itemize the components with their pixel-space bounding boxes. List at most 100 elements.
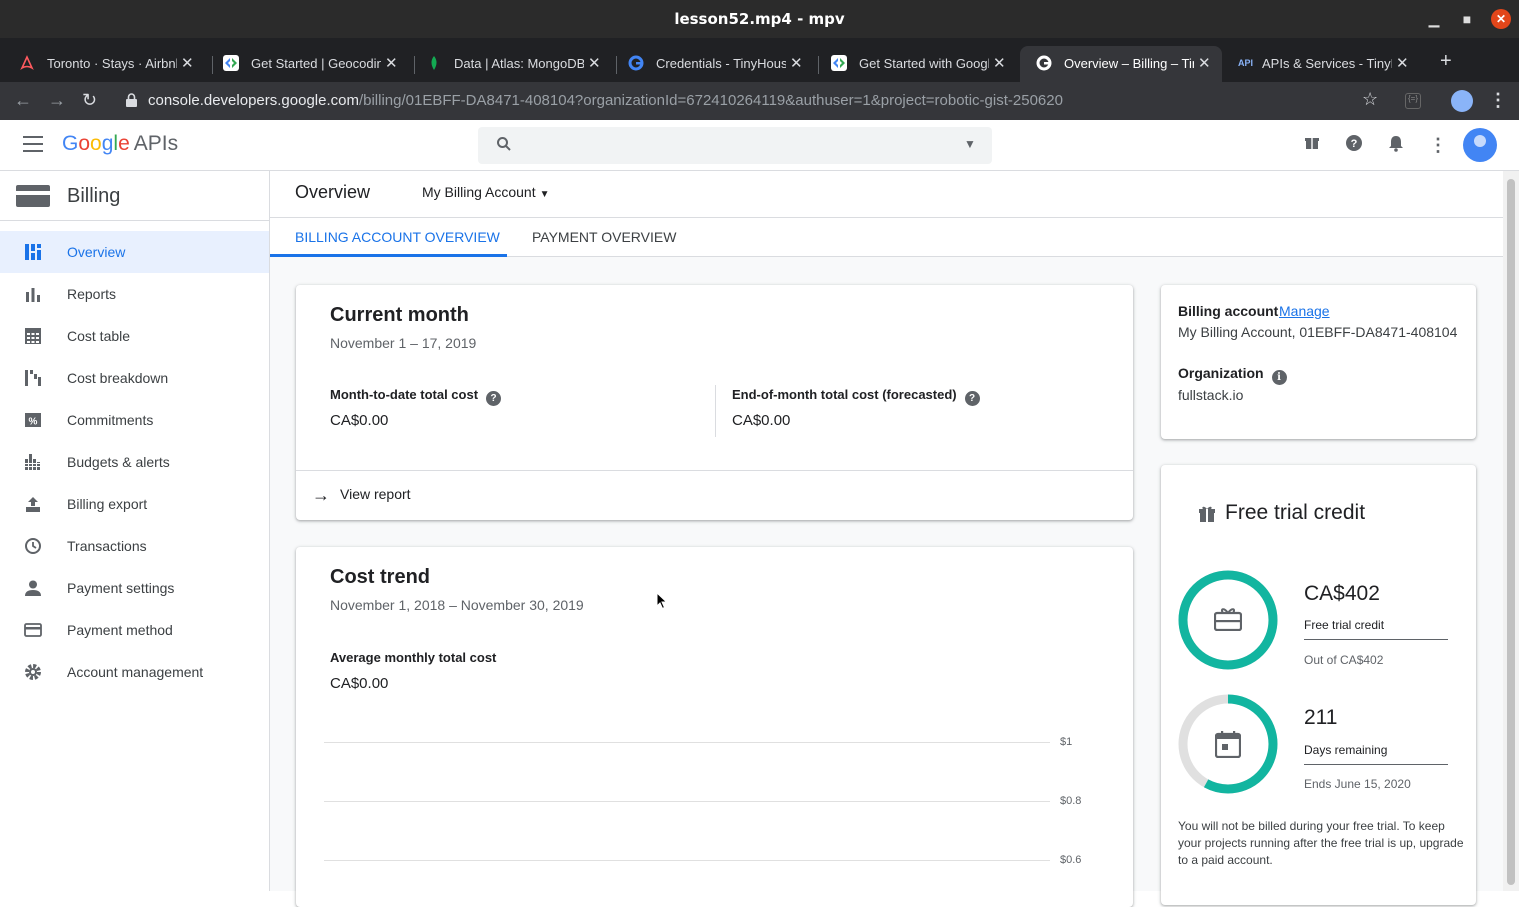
window-titlebar: lesson52.mp4 - mpv ▁ ■ ✕ — [0, 0, 1519, 38]
reload-icon[interactable]: ↻ — [82, 90, 97, 111]
sidebar-item-account-management[interactable]: Account management — [0, 651, 269, 693]
budgets-icon — [24, 453, 42, 471]
divider — [296, 470, 1133, 471]
url-path: /billing/01EBFF-DA8471-408104?organizati… — [358, 92, 1063, 109]
billing-account-card: Billing account Manage My Billing Accoun… — [1161, 285, 1476, 439]
notifications-bell-icon[interactable] — [1385, 134, 1407, 156]
browser-tab-active[interactable]: Overview – Billing – TinyHouse ✕ — [1020, 46, 1222, 82]
sidebar-item-label: Reports — [67, 286, 117, 302]
chart-gridline — [324, 860, 1050, 861]
avg-cost-value: CA$0.00 — [330, 675, 389, 692]
profile-avatar-icon[interactable] — [1451, 90, 1473, 112]
person-icon — [24, 579, 42, 597]
tab-close-icon[interactable]: ✕ — [1396, 54, 1409, 72]
eom-value: CA$0.00 — [732, 412, 791, 429]
scrollbar[interactable] — [1503, 171, 1519, 891]
sidebar-item-label: Account management — [67, 664, 204, 680]
console-header: Google APIs ▼ ? ⋮ — [0, 120, 1519, 171]
chart-gridline — [324, 742, 1050, 743]
browser-tab[interactable]: Credentials - TinyHouse ✕ — [612, 46, 814, 82]
google-dev-icon — [223, 55, 239, 71]
sidebar-item-label: Budgets & alerts — [67, 454, 170, 470]
sidebar-item-overview[interactable]: Overview — [0, 231, 269, 273]
browser-tab[interactable]: API APIs & Services - TinyHouse ✕ — [1222, 46, 1424, 82]
current-month-card: Current month November 1 – 17, 2019 Mont… — [296, 285, 1133, 520]
help-icon[interactable]: ? — [964, 391, 980, 406]
sidebar-item-label: Cost table — [67, 328, 131, 344]
new-tab-icon[interactable]: + — [1440, 50, 1452, 73]
info-icon[interactable]: i — [1271, 370, 1287, 385]
tab-label: Get Started | Geocoding — [251, 56, 381, 71]
minimize-icon[interactable]: ▁ — [1424, 9, 1444, 29]
svg-text:?: ? — [1351, 138, 1358, 150]
main-content: Overview My Billing Account ▼ BILLING ACC… — [270, 171, 1519, 907]
sidebar-item-commitments[interactable]: % Commitments — [0, 399, 269, 441]
help-icon[interactable]: ? — [1343, 134, 1365, 156]
view-report-link[interactable]: → View report — [312, 485, 411, 506]
tab-close-icon[interactable]: ✕ — [993, 54, 1006, 72]
sidebar-item-cost-breakdown[interactable]: Cost breakdown — [0, 357, 269, 399]
sidebar-item-reports[interactable]: Reports — [0, 273, 269, 315]
free-trial-note: You will not be billed during your free … — [1178, 819, 1464, 867]
tab-close-icon[interactable]: ✕ — [181, 54, 194, 72]
sidebar-item-label: Commitments — [67, 412, 154, 428]
eom-label-text: End-of-month total cost (forecasted) — [732, 387, 957, 402]
mtd-label: Month-to-date total cost? — [330, 387, 502, 406]
tab-close-icon[interactable]: ✕ — [790, 54, 803, 72]
browser-tab-strip: Toronto · Stays · Airbnb ✕ Get Started |… — [0, 38, 1519, 82]
divider — [1304, 764, 1448, 765]
tab-close-icon[interactable]: ✕ — [1198, 54, 1211, 72]
sidebar-item-billing-export[interactable]: Billing export — [0, 483, 269, 525]
avatar[interactable] — [1463, 128, 1497, 162]
tab-label: Get Started with Google — [859, 56, 989, 71]
more-vert-icon[interactable]: ⋮ — [1427, 134, 1449, 156]
url-field[interactable]: console.developers.google.com/billing/01… — [148, 92, 1063, 109]
gift-icon[interactable] — [1301, 134, 1323, 156]
sidebar-item-payment-method[interactable]: Payment method — [0, 609, 269, 651]
billing-account-selector[interactable]: My Billing Account ▼ — [422, 184, 550, 200]
forward-icon[interactable]: → — [48, 90, 66, 111]
days-label: Days remaining — [1304, 743, 1388, 757]
credit-card-icon — [24, 621, 42, 639]
chart-gridline — [324, 801, 1050, 802]
date-range: November 1, 2018 – November 30, 2019 — [330, 597, 584, 613]
sidebar-item-payment-settings[interactable]: Payment settings — [0, 567, 269, 609]
google-apis-logo[interactable]: Google APIs — [62, 132, 178, 156]
billing-account-value: My Billing Account, 01EBFF-DA8471-408104 — [1178, 324, 1458, 340]
dashboard-icon — [24, 243, 42, 261]
more-vert-icon[interactable]: ⋮ — [1489, 90, 1507, 111]
hamburger-menu-icon[interactable] — [23, 136, 43, 152]
redeem-icon — [1214, 608, 1242, 631]
sidebar-item-label: Cost breakdown — [67, 370, 169, 386]
api-icon: API — [1238, 58, 1254, 68]
chevron-down-icon[interactable]: ▼ — [964, 137, 976, 151]
browser-tab[interactable]: Data | Atlas: MongoDB ✕ — [410, 46, 612, 82]
tab-close-icon[interactable]: ✕ — [588, 54, 601, 72]
sidebar-item-budgets-alerts[interactable]: Budgets & alerts — [0, 441, 269, 483]
tab-payment-overview[interactable]: PAYMENT OVERVIEW — [532, 229, 676, 245]
back-icon[interactable]: ← — [14, 90, 32, 111]
browser-tab[interactable]: Get Started | Geocoding ✕ — [207, 46, 409, 82]
sidebar-item-transactions[interactable]: Transactions — [0, 525, 269, 567]
search-input[interactable]: ▼ — [478, 127, 992, 164]
bookmark-star-icon[interactable]: ☆ — [1362, 89, 1378, 110]
upload-icon — [24, 495, 42, 513]
browser-tab[interactable]: Get Started with Google ✕ — [815, 46, 1017, 82]
divider — [270, 217, 1503, 218]
free-trial-card: Free trial credit CA$402 Free trial cred… — [1161, 465, 1476, 905]
tab-close-icon[interactable]: ✕ — [385, 54, 398, 72]
google-g-icon — [628, 55, 644, 71]
maximize-icon[interactable]: ■ — [1457, 9, 1477, 29]
close-icon[interactable]: ✕ — [1491, 9, 1511, 29]
tab-label: Overview – Billing – TinyHouse — [1064, 56, 1194, 71]
tab-billing-account-overview[interactable]: BILLING ACCOUNT OVERVIEW — [295, 229, 500, 245]
free-trial-title: Free trial credit — [1225, 501, 1366, 524]
extension-icon[interactable]: {=} — [1405, 93, 1421, 109]
manage-link[interactable]: Manage — [1279, 303, 1330, 319]
sidebar-item-cost-table[interactable]: Cost table — [0, 315, 269, 357]
help-icon[interactable]: ? — [486, 391, 502, 406]
tab-label: Credentials - TinyHouse — [656, 56, 786, 71]
scrollbar-thumb[interactable] — [1507, 179, 1515, 885]
browser-tab[interactable]: Toronto · Stays · Airbnb ✕ — [3, 46, 205, 82]
mtd-value: CA$0.00 — [330, 412, 389, 429]
